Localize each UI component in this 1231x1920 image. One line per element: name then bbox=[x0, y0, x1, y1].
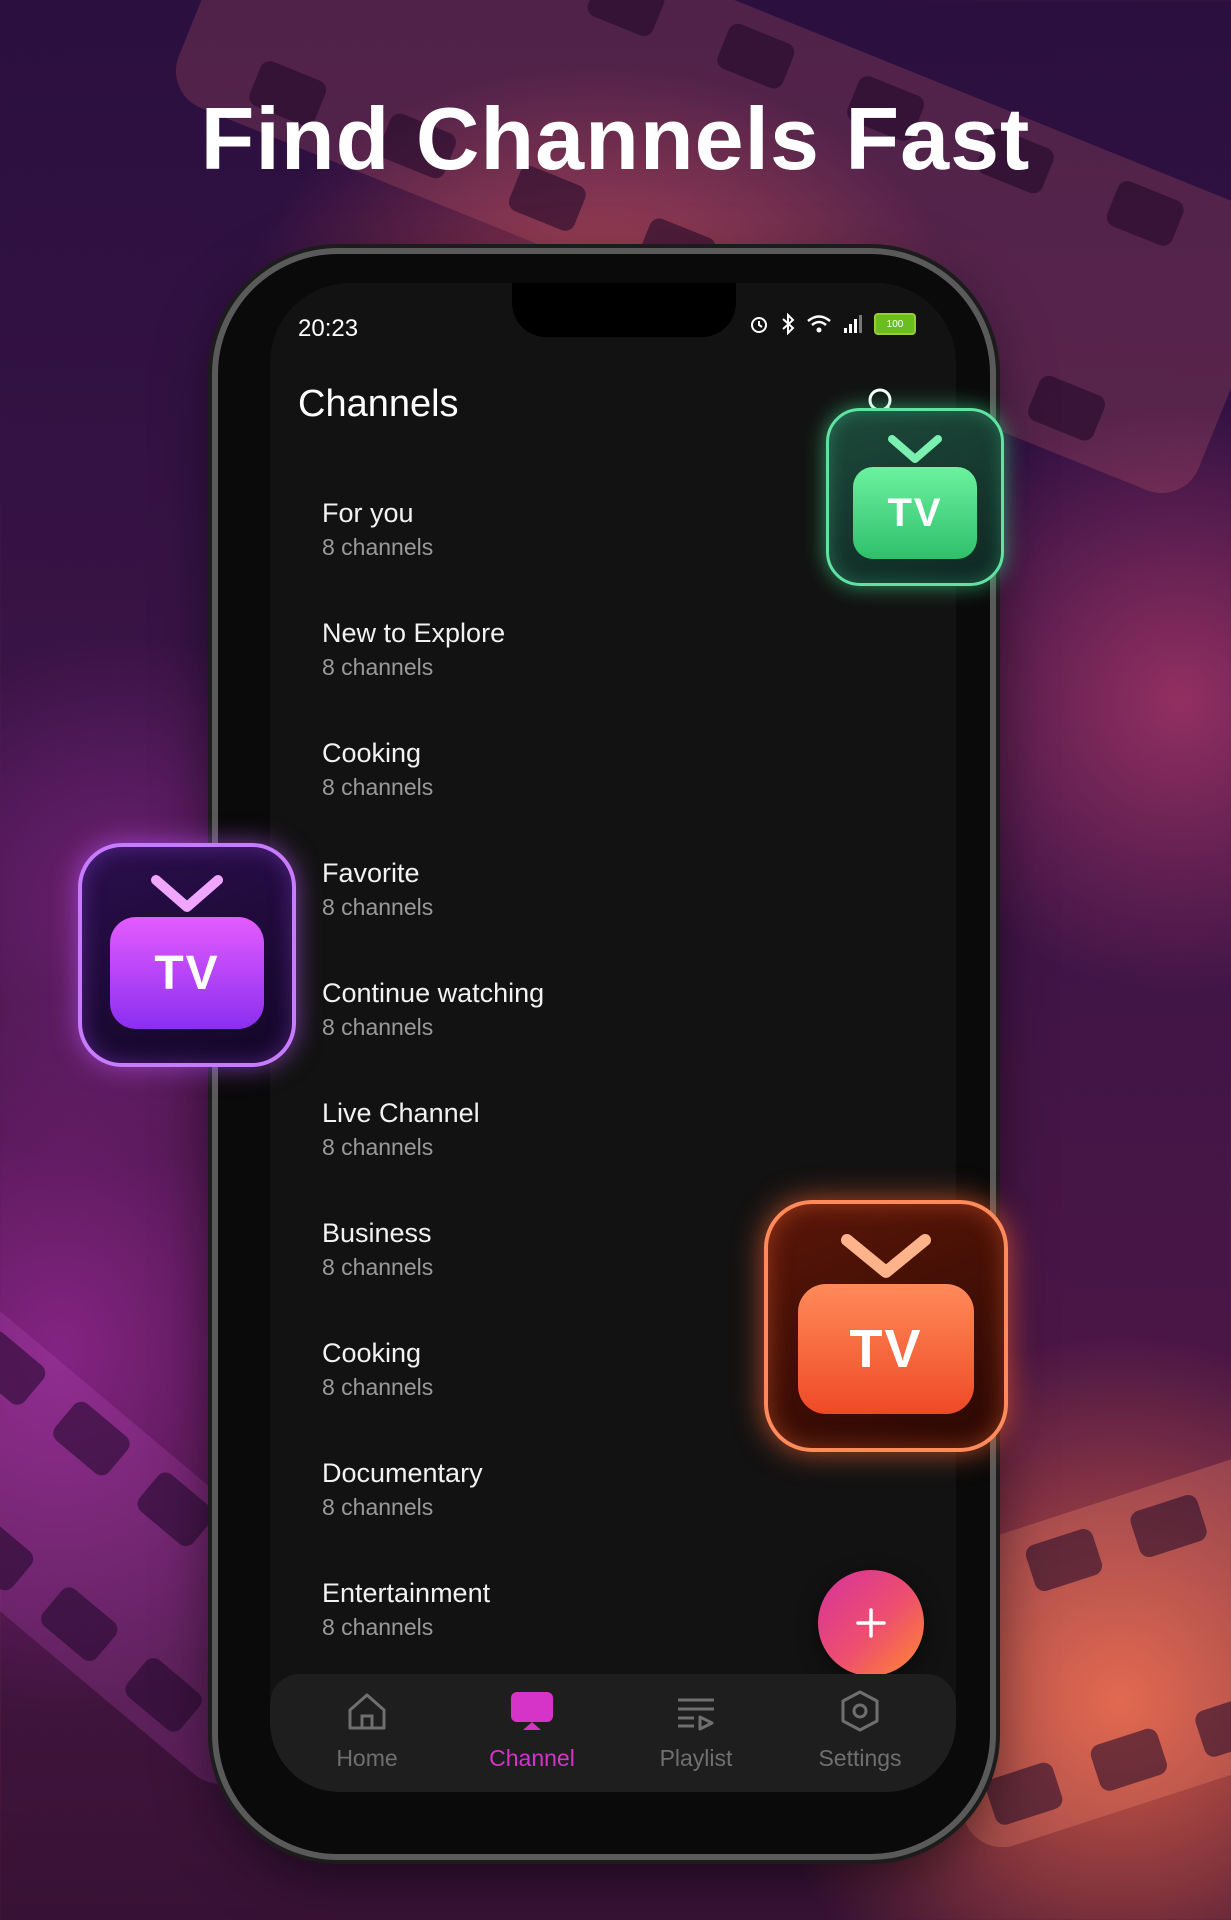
tv-antenna-icon bbox=[151, 875, 223, 912]
list-item[interactable]: Cooking 8 channels bbox=[322, 1336, 544, 1456]
list-item[interactable]: Business 8 channels bbox=[322, 1216, 544, 1336]
green-tv-icon: TV bbox=[853, 467, 977, 559]
channel-count: 8 channels bbox=[322, 774, 434, 800]
channel-count: 8 channels bbox=[322, 1374, 434, 1400]
channel-name: For you bbox=[322, 498, 414, 528]
channel-name: Entertainment bbox=[322, 1578, 491, 1608]
tab-channel-label: Channel bbox=[489, 1745, 575, 1771]
channel-count: 8 channels bbox=[322, 534, 434, 560]
channel-name: Cooking bbox=[322, 1338, 422, 1368]
camera-notch bbox=[512, 283, 736, 337]
tab-settings-label: Settings bbox=[818, 1745, 902, 1771]
orange-tv-icon: TV bbox=[798, 1284, 974, 1414]
home-icon bbox=[348, 1693, 386, 1730]
green-tv-badge: TV bbox=[826, 408, 1004, 586]
tab-home[interactable]: Home bbox=[297, 1690, 437, 1772]
add-channel-button[interactable] bbox=[818, 1570, 924, 1676]
status-icons: 100 bbox=[748, 313, 916, 335]
plus-icon bbox=[856, 1608, 886, 1638]
list-item[interactable]: Continue watching 8 channels bbox=[322, 976, 544, 1096]
tab-settings[interactable]: Settings bbox=[790, 1690, 930, 1772]
page-title: Channels bbox=[298, 383, 459, 425]
list-item[interactable]: Documentary 8 channels bbox=[322, 1456, 544, 1576]
channel-count: 8 channels bbox=[322, 1014, 434, 1040]
bluetooth-icon bbox=[782, 313, 795, 335]
channel-name: Cooking bbox=[322, 738, 422, 768]
status-time: 20:23 bbox=[298, 315, 359, 342]
channel-count: 8 channels bbox=[322, 1254, 434, 1280]
channel-count: 8 channels bbox=[322, 894, 434, 920]
list-item[interactable]: For you 8 channels bbox=[322, 496, 544, 616]
list-item[interactable]: Favorite 8 channels bbox=[322, 856, 544, 976]
channel-list: For you 8 channels New to Explore 8 chan… bbox=[322, 496, 544, 1696]
tab-playlist-label: Playlist bbox=[659, 1745, 733, 1771]
channel-count: 8 channels bbox=[322, 1134, 434, 1160]
battery-icon: 100 bbox=[874, 313, 916, 335]
playlist-icon bbox=[678, 1698, 714, 1731]
wifi-icon bbox=[807, 315, 831, 333]
tv-antenna-icon bbox=[888, 435, 942, 463]
signal-icon bbox=[844, 315, 862, 333]
channel-count: 8 channels bbox=[322, 1494, 434, 1520]
hexagon-settings-icon bbox=[841, 1690, 879, 1732]
list-item[interactable]: New to Explore 8 channels bbox=[322, 616, 544, 736]
tab-channel[interactable]: Channel bbox=[462, 1690, 602, 1772]
channel-name: Documentary bbox=[322, 1458, 483, 1488]
channel-name: Continue watching bbox=[322, 978, 545, 1008]
list-item[interactable]: Live Channel 8 channels bbox=[322, 1096, 544, 1216]
channel-name: Live Channel bbox=[322, 1098, 480, 1128]
bottom-nav: Home Channel Playlist Settings bbox=[270, 1674, 956, 1792]
alarm-icon bbox=[751, 317, 767, 333]
channel-count: 8 channels bbox=[322, 1614, 434, 1640]
tab-home-label: Home bbox=[336, 1745, 398, 1771]
purple-tv-icon: TV bbox=[110, 917, 264, 1029]
tv-antenna-icon bbox=[841, 1234, 931, 1278]
tv-screen-icon bbox=[511, 1692, 553, 1730]
list-item[interactable]: Cooking 8 channels bbox=[322, 736, 544, 856]
channel-name: Favorite bbox=[322, 858, 420, 888]
tab-playlist[interactable]: Playlist bbox=[626, 1690, 766, 1772]
headline: Find Channels Fast bbox=[200, 89, 1031, 188]
channel-count: 8 channels bbox=[322, 654, 434, 680]
orange-tv-badge: TV bbox=[764, 1200, 1008, 1452]
channel-name: Business bbox=[322, 1218, 432, 1248]
purple-tv-badge: TV bbox=[78, 843, 296, 1067]
channel-name: New to Explore bbox=[322, 618, 506, 648]
